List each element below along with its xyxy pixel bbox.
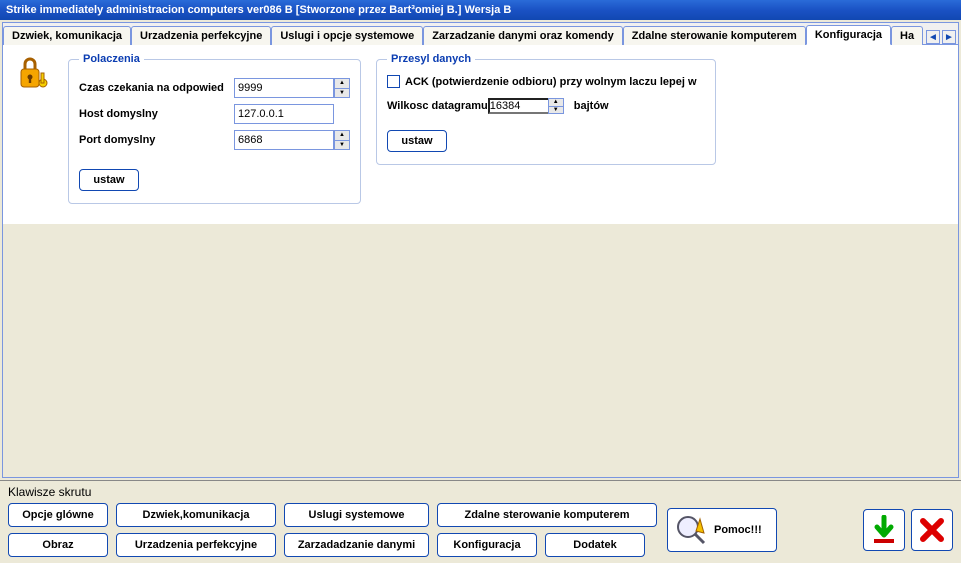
spinner-port-buttons: ▲ ▼ xyxy=(334,130,350,150)
group-polaczenia: Polaczenia Czas czekania na odpowied ▲ ▼… xyxy=(68,53,361,204)
spinner-up-icon[interactable]: ▲ xyxy=(335,79,349,89)
spinner-port: ▲ ▼ xyxy=(234,130,350,150)
input-host[interactable] xyxy=(234,104,334,124)
button-dodatek[interactable]: Dodatek xyxy=(545,533,645,557)
button-ustaw-transfer[interactable]: ustaw xyxy=(387,130,447,152)
tab-scroll-left-icon[interactable]: ◄ xyxy=(926,30,940,44)
help-icon xyxy=(674,513,708,547)
download-arrow-icon xyxy=(869,515,899,545)
button-zarzadzanie-danymi[interactable]: Zarzadadzanie danymi xyxy=(284,533,429,557)
row-host: Host domyslny xyxy=(79,103,350,125)
checkbox-ack[interactable] xyxy=(387,75,400,88)
group-polaczenia-legend: Polaczenia xyxy=(79,53,144,65)
input-timeout[interactable] xyxy=(234,78,334,98)
tab-container: Dzwiek, komunikacja Urzadzenia perfekcyj… xyxy=(2,22,959,478)
label-ack: ACK (potwierdzenie odbioru) przy wolnym … xyxy=(405,76,697,88)
button-opcje-glowne[interactable]: Opcje glówne xyxy=(8,503,108,527)
label-timeout: Czas czekania na odpowied xyxy=(79,82,234,94)
window-titlebar: Strike immediately administracion comput… xyxy=(0,0,961,20)
button-obraz[interactable]: Obraz xyxy=(8,533,108,557)
close-x-icon xyxy=(917,515,947,545)
group-przesyl: Przesyl danych ACK (potwierdzenie odbior… xyxy=(376,53,716,165)
tab-uslugi[interactable]: Uslugi i opcje systemowe xyxy=(271,26,423,45)
row-ack: ACK (potwierdzenie odbioru) przy wolnym … xyxy=(387,75,705,88)
group-przesyl-legend: Przesyl danych xyxy=(387,53,475,65)
button-pomoc[interactable]: Pomoc!!! xyxy=(667,508,777,552)
spinner-timeout: ▲ ▼ xyxy=(234,78,350,98)
background-panel xyxy=(3,215,958,477)
config-panels: Polaczenia Czas czekania na odpowied ▲ ▼… xyxy=(3,45,958,224)
tab-strip: Dzwiek, komunikacja Urzadzenia perfekcyj… xyxy=(3,23,958,45)
tab-urzadzenia[interactable]: Urzadzenia perfekcyjne xyxy=(131,26,271,45)
tab-scroll: ◄ ► xyxy=(924,30,958,44)
row-port: Port domyslny ▲ ▼ xyxy=(79,129,350,151)
spinner-timeout-buttons: ▲ ▼ xyxy=(334,78,350,98)
spinner-down-icon[interactable]: ▼ xyxy=(335,89,349,98)
tab-zarzadzanie[interactable]: Zarzadzanie danymi oraz komendy xyxy=(423,26,623,45)
button-uslugi-systemowe[interactable]: Uslugi systemowe xyxy=(284,503,429,527)
window-title: Strike immediately administracion comput… xyxy=(6,4,511,16)
button-close[interactable] xyxy=(911,509,953,551)
spinner-down-icon[interactable]: ▼ xyxy=(335,141,349,150)
button-konfiguracja[interactable]: Konfiguracja xyxy=(437,533,537,557)
row-datagram: Wilkosc datagramu ▲ ▼ bajtów xyxy=(387,98,705,114)
button-download[interactable] xyxy=(863,509,905,551)
spinner-datagram-buttons: ▲ ▼ xyxy=(548,98,564,114)
shortcuts-title: Klawisze skrutu xyxy=(8,485,953,499)
button-zdalne-sterowanie[interactable]: Zdalne sterowanie komputerem xyxy=(437,503,657,527)
input-port[interactable] xyxy=(234,130,334,150)
label-datagram-unit: bajtów xyxy=(574,100,609,112)
shortcuts-bar: Klawisze skrutu Opcje glówne Dzwiek,komu… xyxy=(0,480,961,563)
input-datagram[interactable] xyxy=(488,98,548,114)
tab-scroll-right-icon[interactable]: ► xyxy=(942,30,956,44)
shortcuts-row: Opcje glówne Dzwiek,komunikacja Uslugi s… xyxy=(8,503,953,557)
spinner-down-icon[interactable]: ▼ xyxy=(549,107,563,114)
label-host: Host domyslny xyxy=(79,108,234,120)
tab-ha[interactable]: Ha xyxy=(891,26,923,45)
button-dzwiek-komunikacja[interactable]: Dzwiek,komunikacja xyxy=(116,503,276,527)
tab-dzwiek[interactable]: Dzwiek, komunikacja xyxy=(3,26,131,45)
lock-key-icon xyxy=(13,53,53,93)
label-pomoc: Pomoc!!! xyxy=(714,524,762,536)
button-ustaw-connections[interactable]: ustaw xyxy=(79,169,139,191)
shortcuts-grid: Opcje glówne Dzwiek,komunikacja Uslugi s… xyxy=(8,503,657,557)
right-icon-buttons xyxy=(863,509,953,551)
tab-content-konfiguracja: Polaczenia Czas czekania na odpowied ▲ ▼… xyxy=(3,45,958,477)
row-timeout: Czas czekania na odpowied ▲ ▼ xyxy=(79,77,350,99)
spinner-up-icon[interactable]: ▲ xyxy=(335,131,349,141)
tab-zdalne[interactable]: Zdalne sterowanie komputerem xyxy=(623,26,806,45)
spinner-datagram: ▲ ▼ xyxy=(488,98,564,114)
spinner-up-icon[interactable]: ▲ xyxy=(549,99,563,107)
tab-konfiguracja[interactable]: Konfiguracja xyxy=(806,25,891,45)
button-urzadzenia-perfekcyjne[interactable]: Urzadzenia perfekcyjne xyxy=(116,533,276,557)
label-port: Port domyslny xyxy=(79,134,234,146)
label-datagram: Wilkosc datagramu xyxy=(387,100,488,112)
